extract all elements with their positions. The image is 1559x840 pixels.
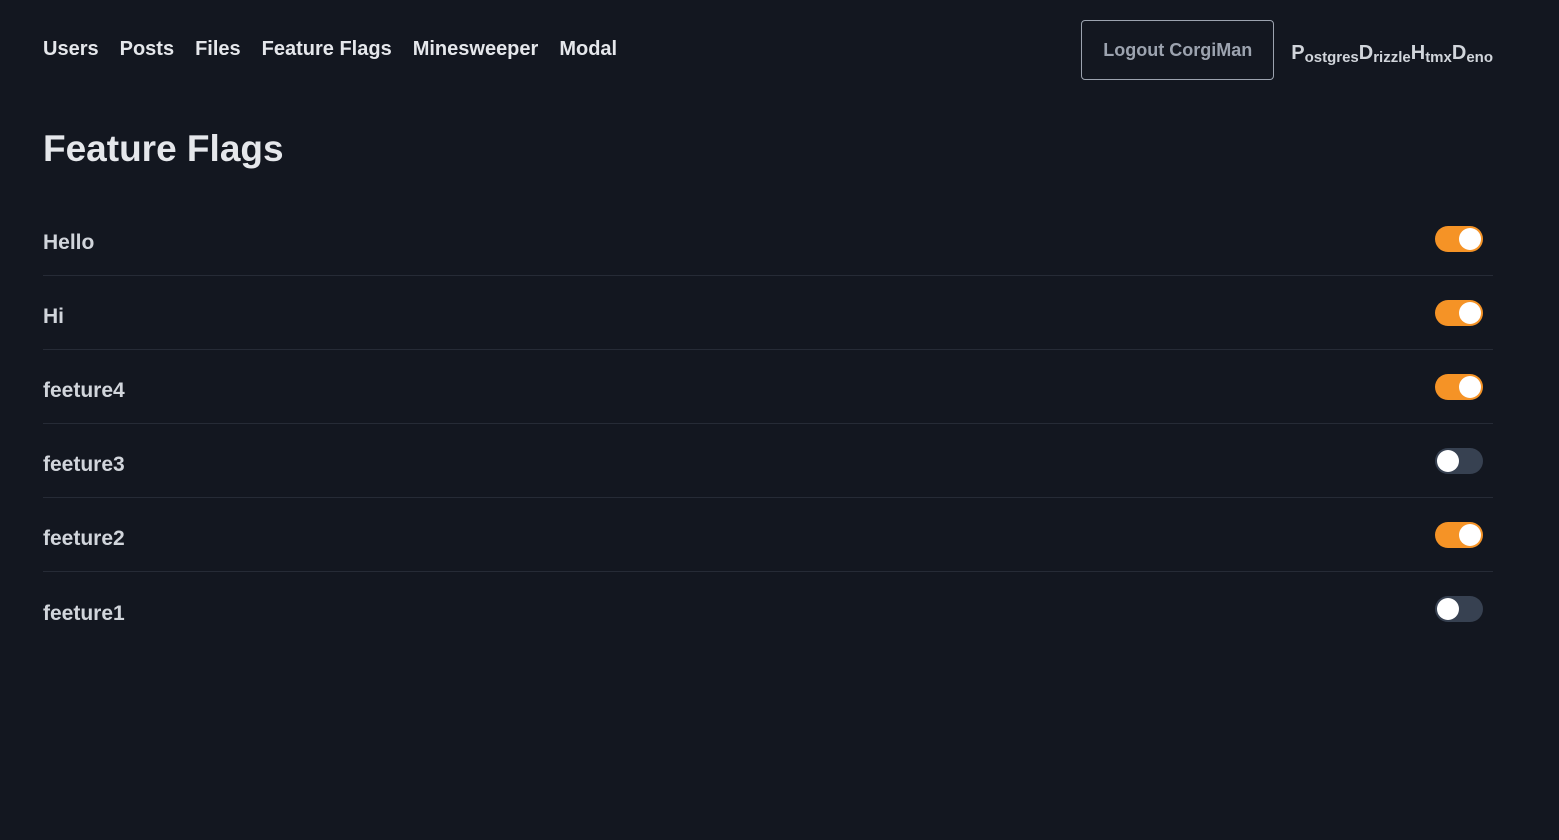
toggle-knob — [1459, 227, 1481, 250]
flag-row: feeture2 — [43, 498, 1493, 572]
top-header: Users Posts Files Feature Flags Mineswee… — [43, 20, 1493, 80]
flag-row: Hello — [43, 202, 1493, 276]
flag-toggle[interactable] — [1435, 447, 1483, 474]
feature-flag-list: Hello Hi feeture4 feeture3 feeture2 feet… — [43, 202, 1493, 646]
flag-row: Hi — [43, 276, 1493, 350]
flag-row: feeture3 — [43, 424, 1493, 498]
flag-name: feeture2 — [43, 527, 125, 550]
flag-toggle[interactable] — [1435, 596, 1483, 622]
toggle-knob — [1459, 375, 1481, 398]
flag-toggle[interactable] — [1435, 299, 1483, 326]
nav-link-modal[interactable]: Modal — [559, 38, 617, 61]
brand-rest: tmx — [1425, 48, 1452, 66]
nav-link-files[interactable]: Files — [195, 38, 241, 61]
flag-name: Hello — [43, 231, 95, 254]
nav-link-users[interactable]: Users — [43, 38, 99, 61]
toggle-knob — [1459, 523, 1481, 546]
brand-initial: D — [1451, 41, 1467, 64]
brand-initial: D — [1358, 41, 1374, 64]
brand-rest: ostgres — [1304, 48, 1359, 66]
flag-toggle[interactable] — [1435, 225, 1483, 252]
brand-rest: eno — [1466, 48, 1493, 66]
logout-button[interactable]: Logout CorgiMan — [1081, 20, 1275, 80]
toggle-knob — [1437, 598, 1459, 620]
nav-link-feature-flags[interactable]: Feature Flags — [262, 38, 392, 61]
brand-initial: P — [1291, 41, 1305, 64]
flag-name: feeture4 — [43, 379, 125, 402]
main-nav: Users Posts Files Feature Flags Mineswee… — [43, 38, 617, 61]
nav-link-posts[interactable]: Posts — [120, 38, 174, 61]
flag-name: feeture3 — [43, 453, 125, 476]
brand-initial: H — [1410, 41, 1426, 64]
flag-toggle[interactable] — [1435, 521, 1483, 548]
toggle-knob — [1459, 301, 1481, 324]
brand-logo: PostgresDrizzleHtmxDeno — [1291, 41, 1493, 66]
flag-name: Hi — [43, 305, 64, 328]
brand-rest: rizzle — [1373, 48, 1411, 66]
page-title: Feature Flags — [43, 128, 284, 169]
flag-name: feeture1 — [43, 601, 125, 625]
toggle-knob — [1437, 449, 1459, 472]
header-right: Logout CorgiMan PostgresDrizzleHtmxDeno — [1081, 20, 1493, 80]
flag-row: feeture1 — [43, 572, 1493, 646]
nav-link-minesweeper[interactable]: Minesweeper — [413, 38, 539, 61]
flag-row: feeture4 — [43, 350, 1493, 424]
flag-toggle[interactable] — [1435, 373, 1483, 400]
